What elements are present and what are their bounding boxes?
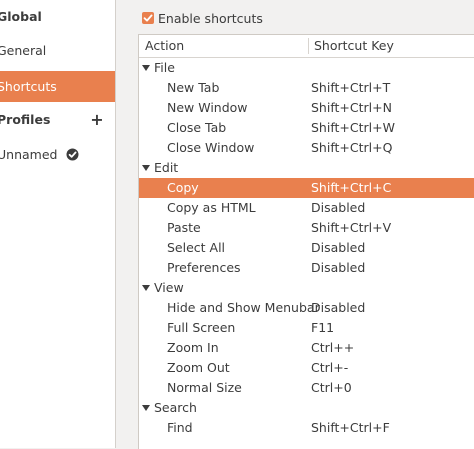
shortcut-row[interactable]: Find Shift+Ctrl+F [139, 418, 474, 438]
shortcut-row-selected[interactable]: Copy Shift+Ctrl+C [139, 178, 474, 198]
shortcut-row[interactable]: Select All Disabled [139, 238, 474, 258]
shortcut-row[interactable]: Zoom Out Ctrl+- [139, 358, 474, 378]
tree-header: Action Shortcut Key [139, 35, 474, 58]
tree-group-edit[interactable]: Edit [139, 158, 474, 178]
expander-down-icon[interactable] [142, 285, 150, 291]
shortcut-row[interactable]: Zoom In Ctrl++ [139, 338, 474, 358]
shortcut-row[interactable]: Copy as HTML Disabled [139, 198, 474, 218]
column-header-shortcut-key[interactable]: Shortcut Key [314, 35, 394, 57]
shortcut-row[interactable]: Preferences Disabled [139, 258, 474, 278]
column-header-action[interactable]: Action [145, 35, 184, 57]
check-circle-icon [66, 148, 79, 161]
tree-group-view[interactable]: View [139, 278, 474, 298]
global-heading: Global [0, 9, 42, 24]
shortcuts-tree[interactable]: Action Shortcut Key File New Tab Shift+C… [138, 34, 474, 449]
preferences-sidebar: Global General Shortcuts Profiles + Unna… [0, 0, 116, 448]
tree-group-search[interactable]: Search [139, 398, 474, 418]
checkmark-icon [143, 14, 153, 22]
enable-shortcuts-checkbox[interactable] [142, 12, 154, 24]
sidebar-item-general[interactable]: General [0, 36, 115, 66]
shortcut-row[interactable]: New Window Shift+Ctrl+N [139, 98, 474, 118]
expander-down-icon[interactable] [142, 405, 150, 411]
expander-down-icon[interactable] [142, 65, 150, 71]
expander-down-icon[interactable] [142, 165, 150, 171]
shortcut-row[interactable]: New Tab Shift+Ctrl+T [139, 78, 474, 98]
shortcut-row[interactable]: Normal Size Ctrl+0 [139, 378, 474, 398]
shortcut-row[interactable]: Full Screen F11 [139, 318, 474, 338]
shortcut-row[interactable]: Close Window Shift+Ctrl+Q [139, 138, 474, 158]
shortcut-row[interactable]: Paste Shift+Ctrl+V [139, 218, 474, 238]
shortcut-row[interactable]: Close Tab Shift+Ctrl+W [139, 118, 474, 138]
sidebar-item-profile-unnamed[interactable]: Unnamed [0, 140, 115, 170]
add-profile-button[interactable]: + [90, 105, 104, 135]
profiles-heading: Profiles + [0, 105, 115, 135]
column-separator [308, 38, 309, 54]
enable-shortcuts-label: Enable shortcuts [158, 11, 263, 26]
sidebar-item-shortcuts[interactable]: Shortcuts [0, 71, 115, 102]
shortcut-row[interactable]: Hide and Show Menubar Disabled [139, 298, 474, 318]
tree-group-file[interactable]: File [139, 58, 474, 78]
